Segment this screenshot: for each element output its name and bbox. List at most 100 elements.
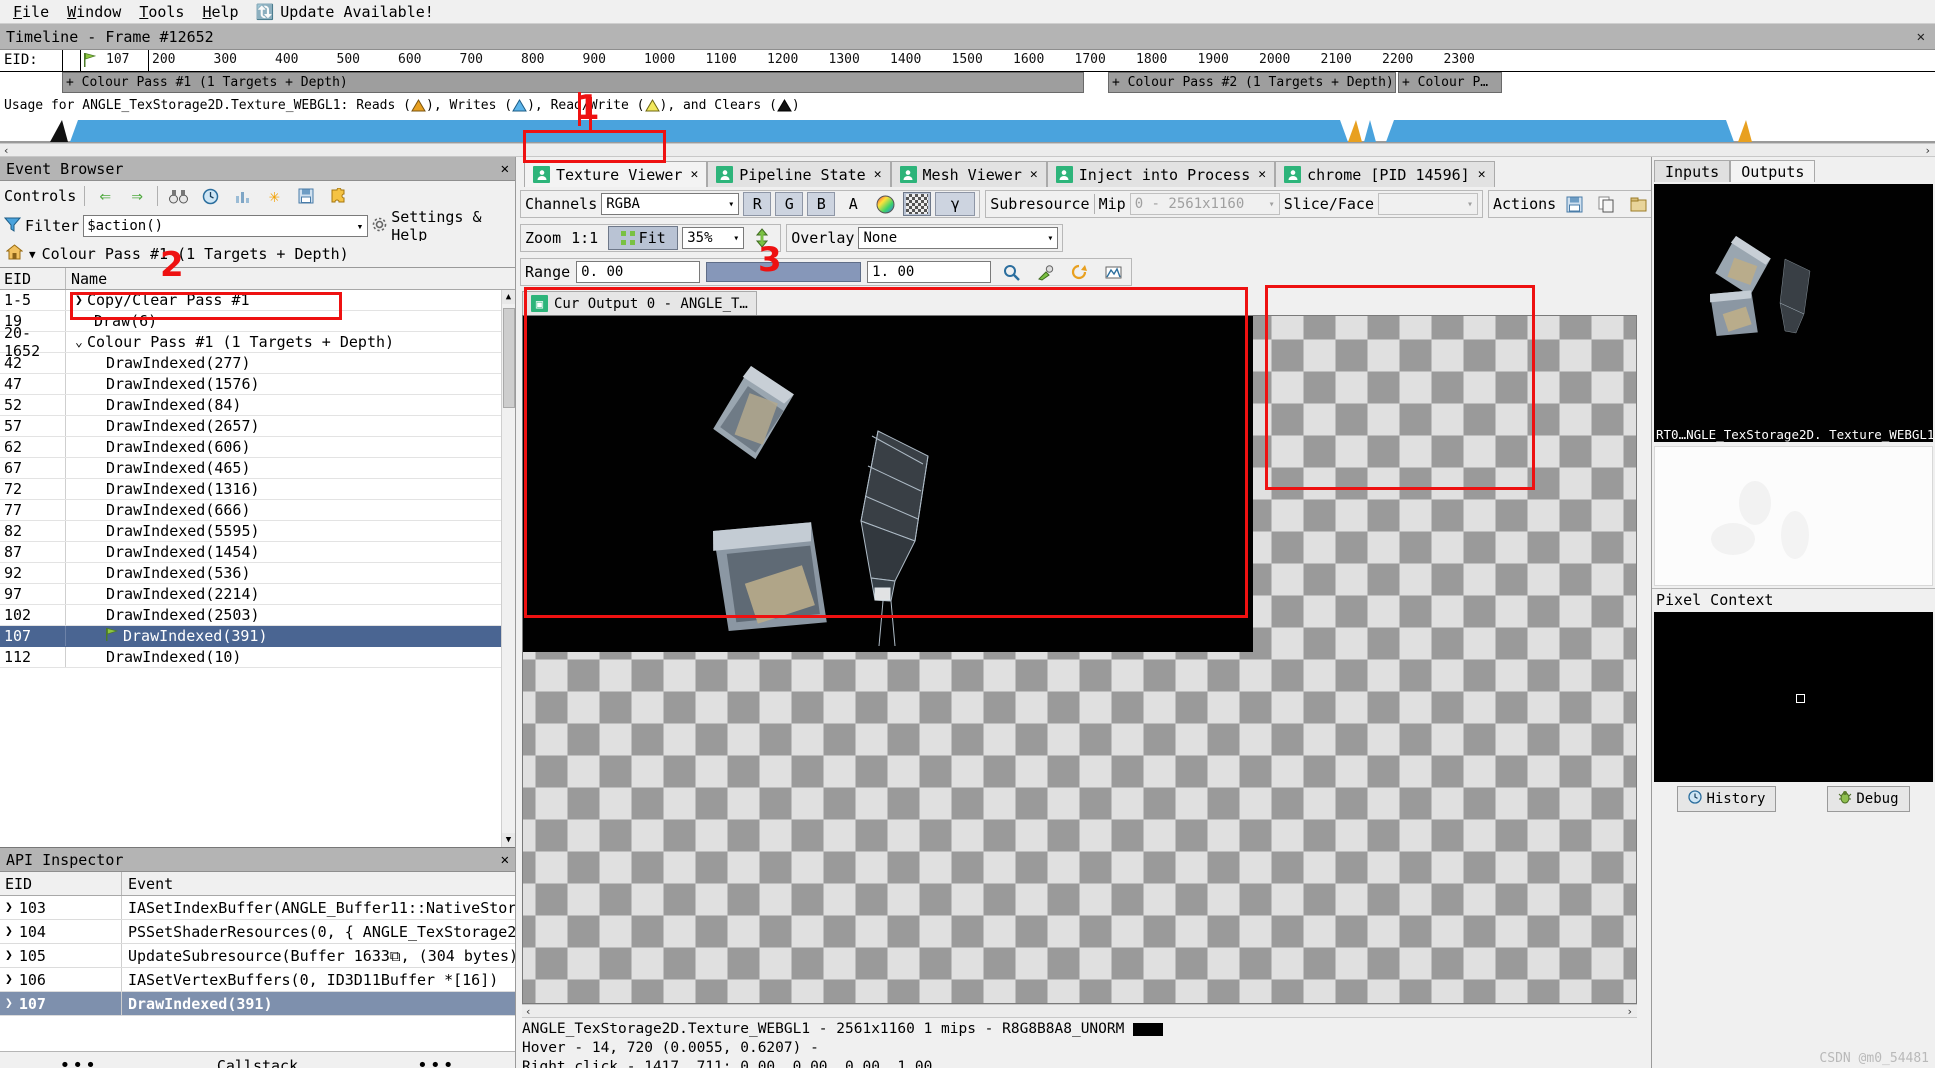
autofit-icon[interactable] (1099, 260, 1127, 284)
forward-arrow-icon[interactable]: ⇒ (125, 185, 149, 207)
table-row[interactable]: ❯ 107 DrawIndexed(391) (0, 992, 515, 1016)
timeline-pass-2[interactable]: + Colour Pass #2 (1 Targets + Depth) (1108, 72, 1396, 93)
range-max-input[interactable]: 1. 00 (867, 261, 992, 283)
timeline-pass-1[interactable]: + Colour Pass #1 (1 Targets + Depth) (62, 72, 1084, 93)
table-row[interactable]: 107 DrawIndexed(391) (0, 626, 515, 647)
slice-face-combo[interactable]: ▾ (1378, 193, 1478, 215)
menu-item-window[interactable]: Window (58, 1, 130, 23)
table-row[interactable]: 42 DrawIndexed(277) (0, 353, 515, 374)
save-icon[interactable] (294, 185, 318, 207)
update-available[interactable]: 🔃 Update Available! (248, 3, 434, 21)
event-browser-scrollbar[interactable]: ▲ ▼ (501, 290, 515, 847)
tab-chrome-pid-14596[interactable]: chrome [PID 14596] ✕ (1275, 161, 1495, 187)
colour-wheel-icon[interactable] (871, 192, 899, 216)
chevron-down-icon[interactable]: ▾ (357, 220, 364, 233)
left-dots-handle[interactable]: ••• (59, 1055, 98, 1068)
overlay-combo[interactable]: None ▾ (858, 227, 1059, 249)
chevron-right-icon[interactable]: ❯ (5, 900, 13, 915)
table-row[interactable]: 97 DrawIndexed(2214) (0, 584, 515, 605)
puzzle-icon[interactable] (326, 185, 350, 207)
close-icon[interactable]: ✕ (501, 161, 509, 177)
reset-icon[interactable] (1065, 260, 1093, 284)
texture-display[interactable] (522, 315, 1637, 1004)
channels-combo[interactable]: RGBA ▾ (601, 193, 740, 215)
table-row[interactable]: 92 DrawIndexed(536) (0, 563, 515, 584)
scrollbar-thumb[interactable] (503, 308, 515, 408)
close-icon[interactable]: ✕ (1917, 29, 1929, 45)
filter-input[interactable]: $action() ▾ (83, 215, 369, 237)
chevron-right-icon[interactable]: ❯ (5, 972, 13, 987)
open-icon[interactable] (1624, 192, 1652, 216)
tab-texture-viewer[interactable]: Texture Viewer ✕ (524, 161, 708, 187)
mip-combo[interactable]: 0 - 2561x1160 ▾ (1129, 193, 1280, 215)
depth-thumbnail[interactable] (1654, 446, 1933, 586)
close-icon[interactable]: ✕ (501, 852, 509, 868)
timer-icon[interactable] (198, 185, 222, 207)
tab-pipeline-state[interactable]: Pipeline State ✕ (707, 161, 891, 187)
close-icon[interactable]: ✕ (872, 167, 882, 182)
close-icon[interactable]: ✕ (1256, 167, 1266, 182)
scroll-up-icon[interactable]: ▲ (502, 290, 515, 304)
zoom-1to1-button[interactable]: 1:1 (565, 229, 604, 247)
history-button[interactable]: History (1677, 786, 1777, 812)
flip-y-icon[interactable] (748, 226, 776, 250)
close-icon[interactable]: ✕ (688, 167, 698, 182)
copy-icon[interactable] (1592, 192, 1620, 216)
table-row[interactable]: 19 Draw(6) (0, 311, 515, 332)
tab-outputs[interactable]: Outputs (1730, 160, 1816, 182)
chevron-right-icon[interactable]: ❯ (5, 924, 13, 939)
table-row[interactable]: 87 DrawIndexed(1454) (0, 542, 515, 563)
tab-inject-into-process[interactable]: Inject into Process ✕ (1046, 161, 1276, 187)
checkerboard-icon[interactable] (903, 192, 932, 216)
table-row[interactable]: 52 DrawIndexed(84) (0, 395, 515, 416)
eyedropper-icon[interactable] (1031, 260, 1059, 284)
table-row[interactable]: 82 DrawIndexed(5595) (0, 521, 515, 542)
magnifier-icon[interactable] (997, 260, 1025, 284)
table-row[interactable]: 102 DrawIndexed(2503) (0, 605, 515, 626)
table-row[interactable]: 72 DrawIndexed(1316) (0, 479, 515, 500)
chevron-right-icon[interactable]: ❯ (5, 996, 13, 1011)
table-row[interactable]: ❯ 105 UpdateSubresource(Buffer 1633⧉, (304… (0, 944, 515, 968)
table-row[interactable]: 67 DrawIndexed(465) (0, 458, 515, 479)
timeline-pass-3[interactable]: + Colour P… (1398, 72, 1502, 93)
scroll-right-icon[interactable]: › (1924, 144, 1935, 157)
bar-chart-icon[interactable] (230, 185, 254, 207)
table-row[interactable]: 1-5 ❯ Copy/Clear Pass #1 (0, 290, 515, 311)
table-row[interactable]: ❯ 106 IASetVertexBuffers(0, ID3D11Buffer *… (0, 968, 515, 992)
chevron-right-icon[interactable]: ❯ (75, 293, 87, 308)
menu-item-file[interactable]: File (4, 1, 58, 23)
menu-item-help[interactable]: Help (193, 1, 247, 23)
scroll-right-icon[interactable]: › (1626, 1005, 1637, 1018)
channel-r-button[interactable]: R (743, 192, 772, 216)
back-arrow-icon[interactable]: ⇐ (93, 185, 117, 207)
table-row[interactable]: 20-1652 ⌄ Colour Pass #1 (1 Targets + Dept… (0, 324, 515, 360)
timeline-usage-graph[interactable] (0, 116, 1935, 142)
channel-b-button[interactable]: B (807, 192, 836, 216)
scroll-down-icon[interactable]: ▼ (502, 833, 515, 847)
range-min-input[interactable]: 0. 00 (576, 261, 701, 283)
scroll-left-icon[interactable]: ‹ (525, 1005, 532, 1018)
chevron-down-icon[interactable]: ⌄ (75, 335, 87, 350)
channel-g-button[interactable]: G (775, 192, 804, 216)
asterisk-icon[interactable]: ✳ (262, 185, 286, 207)
table-row[interactable]: 112 DrawIndexed(10) (0, 647, 515, 668)
right-dots-handle[interactable]: ••• (417, 1055, 456, 1068)
tab-mesh-viewer[interactable]: Mesh Viewer ✕ (890, 161, 1047, 187)
menu-item-tools[interactable]: Tools (130, 1, 193, 23)
table-row[interactable]: ❯ 104 PSSetShaderResources(0, { ANGLE_TexS… (0, 920, 515, 944)
cur-output-tab[interactable]: ▣ Cur Output 0 - ANGLE_T… (522, 291, 757, 315)
timeline-hscrollbar[interactable]: ‹ › (0, 143, 1935, 157)
zoom-percent-combo[interactable]: 35% ▾ (682, 227, 745, 249)
timeline-ruler[interactable]: EID: 107 200 300 400 500 600 700 800 900 1000 110… (0, 50, 1935, 72)
table-row[interactable]: 57 DrawIndexed(2657) (0, 416, 515, 437)
texture-hscrollbar[interactable]: ‹ › (522, 1004, 1637, 1018)
channel-a-button[interactable]: A (839, 192, 867, 216)
close-icon[interactable]: ✕ (1476, 167, 1486, 182)
table-row[interactable]: 62 DrawIndexed(606) (0, 437, 515, 458)
table-row[interactable]: ❯ 103 IASetIndexBuffer(ANGLE_Buffer11::Nat… (0, 896, 515, 920)
tab-inputs[interactable]: Inputs (1654, 160, 1731, 182)
pixel-context-view[interactable] (1654, 612, 1933, 782)
table-row[interactable]: 47 DrawIndexed(1576) (0, 374, 515, 395)
close-icon[interactable]: ✕ (1028, 167, 1038, 182)
debug-button[interactable]: Debug (1827, 786, 1910, 812)
